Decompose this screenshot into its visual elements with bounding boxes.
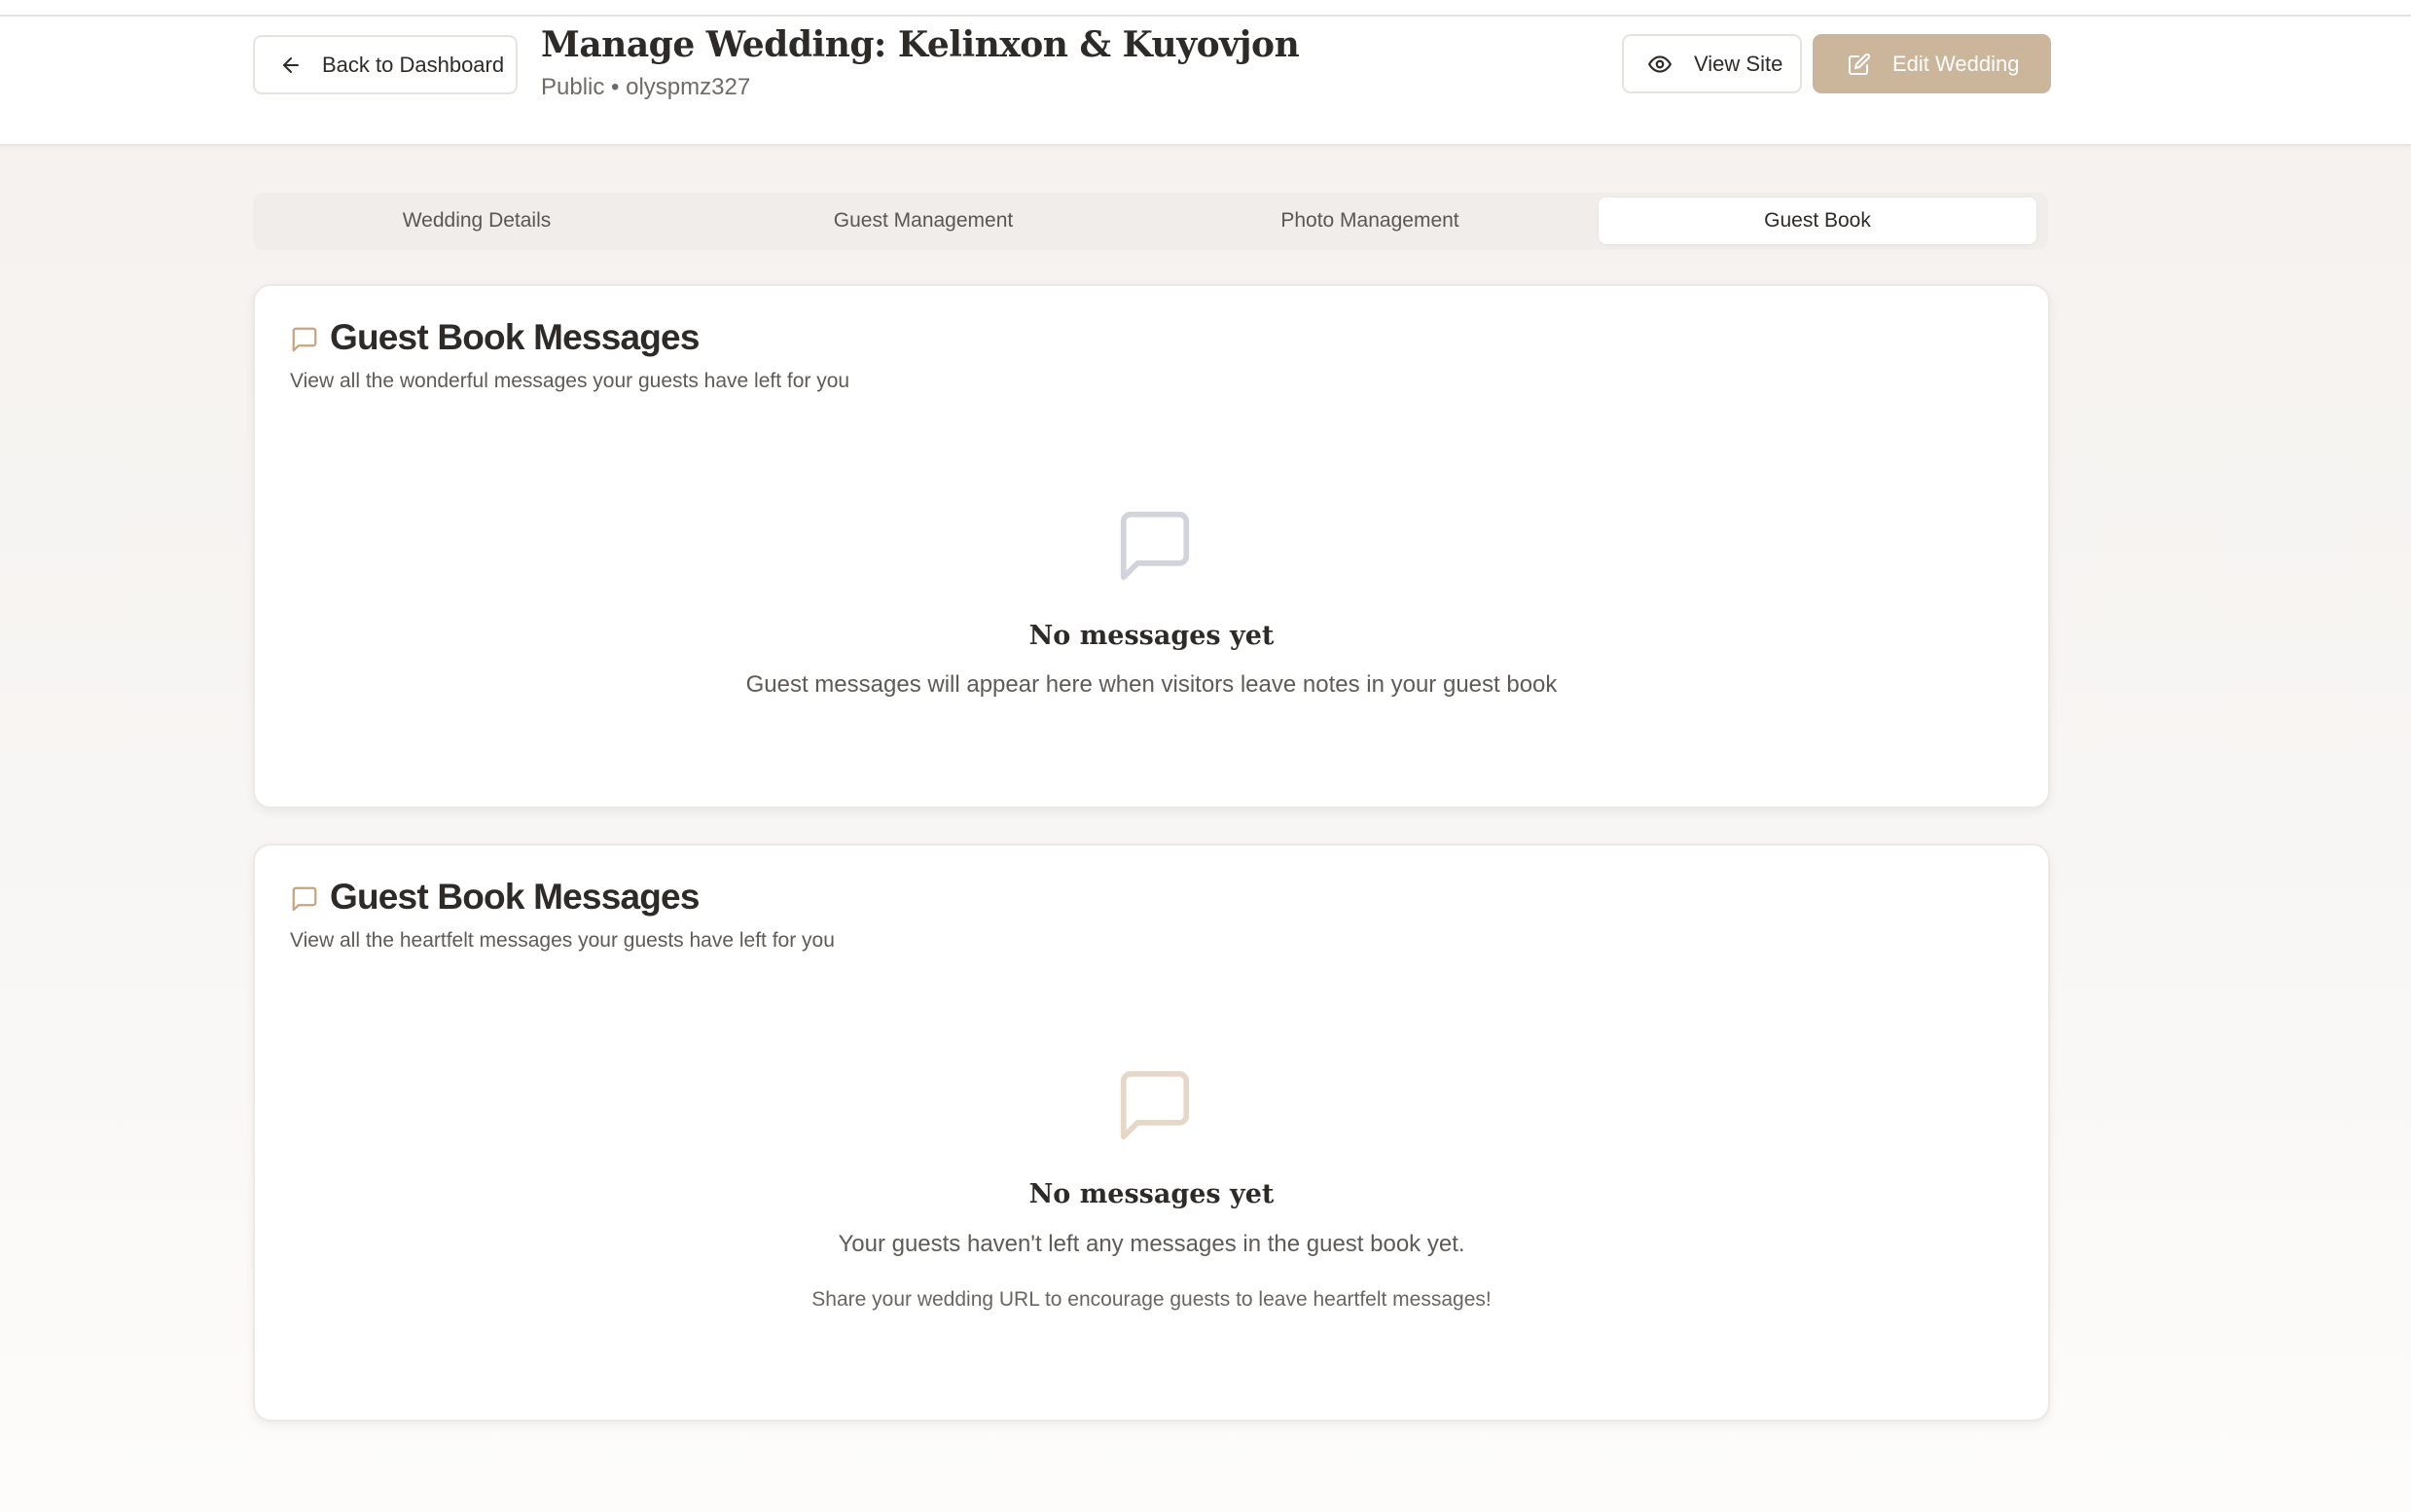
- view-site-button[interactable]: View Site: [1622, 34, 1802, 93]
- browser-top-strip: [0, 0, 2411, 17]
- message-square-icon: [292, 327, 317, 352]
- tab-photo-management[interactable]: Photo Management: [1151, 198, 1589, 244]
- message-square-icon: [1120, 511, 1190, 581]
- arrow-left-icon: [283, 56, 299, 73]
- tab-guest-book[interactable]: Guest Book: [1599, 198, 2036, 244]
- card-subtitle: View all the heartfelt messages your gue…: [290, 929, 835, 952]
- message-square-icon: [292, 886, 317, 912]
- page-subtitle: Public • olyspmz327: [541, 74, 751, 100]
- guest-book-card: Guest Book Messages View all the heartfe…: [253, 844, 2050, 1422]
- tab-guest-management[interactable]: Guest Management: [704, 198, 1142, 244]
- message-square-icon: [1120, 1070, 1190, 1140]
- empty-state-note: Share your wedding URL to encourage gues…: [811, 1288, 1492, 1311]
- tab-list: Wedding Details Guest Management Photo M…: [253, 193, 2048, 250]
- edit-wedding-button[interactable]: Edit Wedding: [1813, 34, 2051, 93]
- empty-state-text: Your guests haven't left any messages in…: [838, 1231, 1465, 1257]
- tab-wedding-details[interactable]: Wedding Details: [258, 198, 696, 244]
- guest-book-card: Guest Book Messages View all the wonderf…: [253, 284, 2050, 809]
- edit-wedding-label: Edit Wedding: [1892, 51, 2020, 76]
- edit-icon: [1849, 53, 1871, 75]
- view-site-label: View Site: [1694, 51, 1783, 76]
- empty-state-title: No messages yet: [1028, 1179, 1275, 1209]
- card-title: Guest Book Messages: [330, 877, 700, 917]
- back-to-dashboard-label: Back to Dashboard: [322, 52, 505, 77]
- back-to-dashboard-button[interactable]: Back to Dashboard: [253, 35, 518, 94]
- page-title: Manage Wedding: Kelinxon & Kuyovjon: [541, 24, 1300, 65]
- card-subtitle: View all the wonderful messages your gue…: [290, 370, 850, 392]
- empty-state-title: No messages yet: [1028, 621, 1275, 651]
- empty-state-text: Guest messages will appear here when vis…: [745, 671, 1558, 698]
- card-title: Guest Book Messages: [330, 317, 700, 357]
- eye-icon: [1648, 54, 1672, 73]
